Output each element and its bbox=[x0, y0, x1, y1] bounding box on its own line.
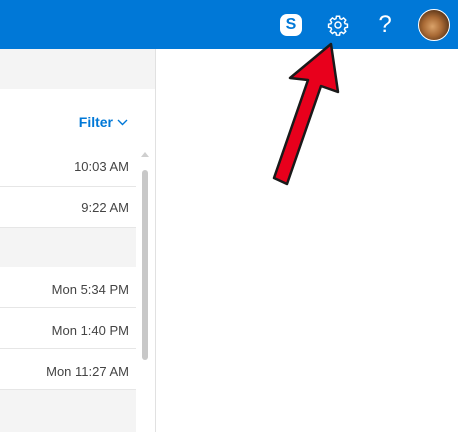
scrollbar[interactable] bbox=[141, 152, 149, 362]
list-header-bar bbox=[0, 49, 155, 89]
scroll-up-arrow[interactable] bbox=[141, 152, 149, 157]
list-item[interactable]: Mon 11:27 AM bbox=[0, 349, 136, 390]
filter-label: Filter bbox=[78, 114, 113, 130]
group-header bbox=[0, 228, 136, 267]
message-time: 9:22 AM bbox=[81, 200, 129, 215]
group-header bbox=[0, 390, 136, 432]
top-bar: S ? bbox=[0, 0, 458, 49]
message-time: 10:03 AM bbox=[74, 159, 129, 174]
skype-icon: S bbox=[280, 13, 302, 36]
message-time: Mon 5:34 PM bbox=[51, 282, 129, 297]
skype-button[interactable]: S bbox=[277, 0, 305, 49]
chevron-down-icon bbox=[117, 119, 128, 125]
pane-divider bbox=[155, 49, 156, 432]
list-item[interactable]: 10:03 AM bbox=[0, 146, 136, 187]
message-list: 10:03 AM 9:22 AM Mon 5:34 PM Mon 1:40 PM… bbox=[0, 49, 155, 432]
message-time: Mon 11:27 AM bbox=[46, 364, 129, 379]
message-time: Mon 1:40 PM bbox=[51, 323, 129, 338]
avatar[interactable] bbox=[418, 9, 450, 41]
filter-button[interactable]: Filter bbox=[79, 114, 128, 130]
help-button[interactable]: ? bbox=[373, 0, 397, 49]
gear-icon bbox=[327, 15, 349, 36]
list-item[interactable]: Mon 1:40 PM bbox=[0, 308, 136, 349]
settings-button[interactable] bbox=[324, 0, 352, 49]
list-item[interactable]: 9:22 AM bbox=[0, 187, 136, 228]
scrollbar-thumb[interactable] bbox=[142, 170, 148, 360]
help-icon: ? bbox=[378, 10, 392, 38]
list-item[interactable]: Mon 5:34 PM bbox=[0, 267, 136, 308]
